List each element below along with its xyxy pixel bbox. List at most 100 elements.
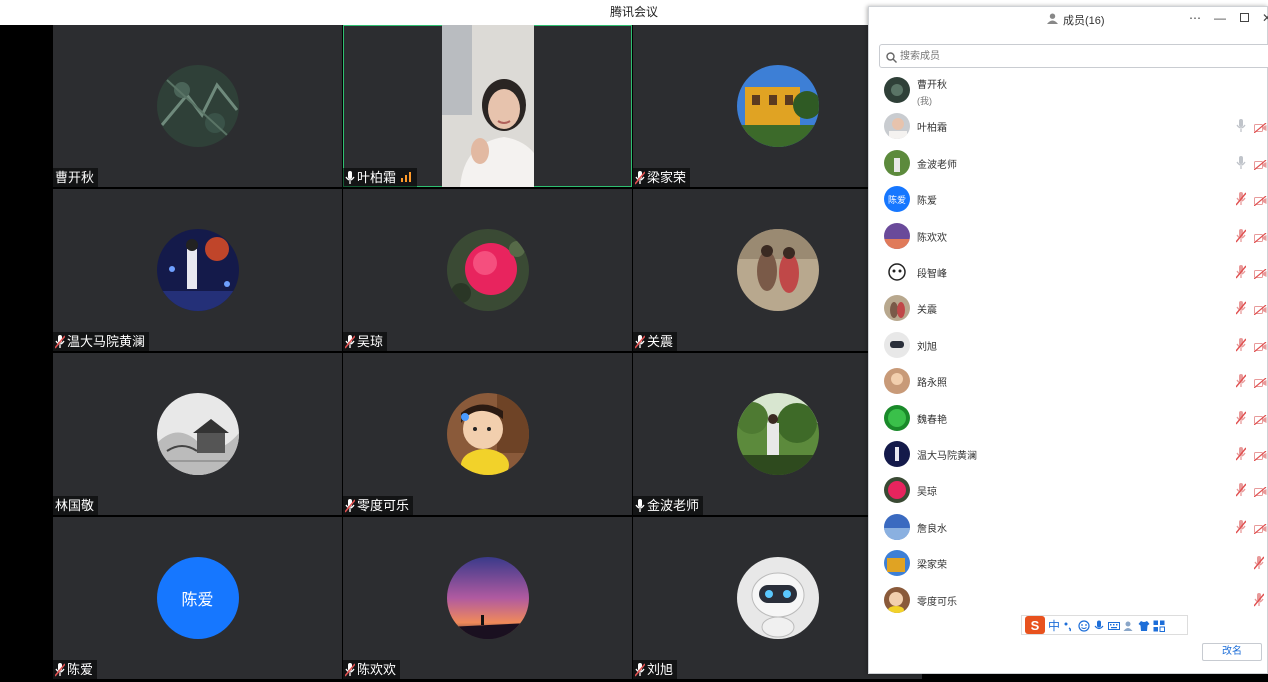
close-icon[interactable]: ✕ bbox=[1262, 11, 1268, 25]
user-icon bbox=[1047, 13, 1058, 27]
camera-off-icon[interactable] bbox=[1253, 484, 1267, 502]
member-row[interactable]: 温大马院黄澜 bbox=[869, 436, 1268, 472]
mic-muted-icon[interactable] bbox=[1235, 265, 1247, 284]
mic-muted-icon[interactable] bbox=[1235, 447, 1247, 466]
member-row[interactable]: 詹良水 bbox=[869, 509, 1268, 545]
video-tile[interactable]: 零度可乐 bbox=[343, 353, 632, 515]
camera-off-icon[interactable] bbox=[1253, 375, 1267, 393]
video-tile[interactable]: 曹开秋 bbox=[53, 25, 342, 187]
mic-muted-icon[interactable] bbox=[1235, 410, 1247, 430]
punctuation-icon[interactable] bbox=[1063, 619, 1075, 632]
member-avatar bbox=[884, 513, 910, 540]
member-row[interactable]: 魏春艳 bbox=[869, 400, 1268, 436]
participant-name-tag: 陈爱 bbox=[53, 660, 98, 679]
voice-input-icon[interactable] bbox=[1093, 619, 1105, 631]
maximize-icon[interactable] bbox=[1240, 11, 1249, 25]
keyboard-icon[interactable] bbox=[1108, 619, 1121, 631]
participant-name: 曹开秋 bbox=[55, 170, 95, 185]
member-search-box[interactable] bbox=[879, 44, 1268, 68]
mic-muted-icon[interactable] bbox=[1235, 228, 1247, 248]
participant-name-tag: 刘旭 bbox=[633, 660, 678, 679]
camera-off-icon[interactable] bbox=[1253, 120, 1267, 138]
mic-muted-icon[interactable] bbox=[1235, 374, 1247, 393]
camera-off-icon[interactable] bbox=[1253, 521, 1267, 539]
camera-off-icon[interactable] bbox=[1253, 266, 1267, 284]
camera-off-icon[interactable] bbox=[1253, 193, 1267, 211]
search-input[interactable] bbox=[900, 48, 1240, 64]
camera-off-icon[interactable] bbox=[1253, 230, 1267, 248]
participant-name: 零度可乐 bbox=[357, 498, 410, 513]
member-name: 梁家荣 bbox=[917, 560, 947, 572]
ime-language-label[interactable]: 中 bbox=[1048, 617, 1060, 634]
member-name: 陈爱 bbox=[917, 196, 937, 208]
video-tile[interactable]: 温大马院黄澜 bbox=[53, 189, 342, 351]
avatar bbox=[736, 229, 819, 311]
member-avatar bbox=[884, 149, 910, 176]
member-row[interactable]: 陈爱 陈爱 bbox=[869, 181, 1268, 217]
participant-name: 刘旭 bbox=[647, 662, 674, 677]
skin-icon[interactable] bbox=[1138, 619, 1150, 631]
member-row[interactable]: 金波老师 bbox=[869, 145, 1268, 181]
meeting-window: 腾讯会议 曹开秋 叶柏霜 梁家荣 温大马院黄澜 吴琼 关震 林国敬 零度可乐 金… bbox=[0, 0, 1268, 682]
minimize-icon[interactable]: — bbox=[1214, 11, 1226, 25]
toolbox-icon[interactable] bbox=[1153, 619, 1166, 632]
emoji-icon[interactable] bbox=[1078, 619, 1090, 632]
mic-muted-icon bbox=[635, 170, 645, 185]
avatar bbox=[156, 229, 239, 311]
camera-off-icon[interactable] bbox=[1253, 339, 1267, 357]
video-tile[interactable]: 陈欢欢 bbox=[343, 517, 632, 679]
member-row[interactable]: 段智峰 bbox=[869, 254, 1268, 290]
member-avatar bbox=[884, 368, 910, 395]
participant-name-tag: 梁家荣 bbox=[633, 168, 691, 187]
rename-button[interactable]: 改名 bbox=[1202, 643, 1262, 661]
member-name: 叶柏霜 bbox=[917, 123, 947, 135]
participant-name: 林国敬 bbox=[55, 498, 95, 513]
member-row[interactable]: 叶柏霜 bbox=[869, 108, 1268, 144]
input-method-toolbar[interactable]: S 中 bbox=[1021, 615, 1188, 635]
mic-muted-icon bbox=[345, 662, 355, 677]
member-row[interactable]: 路永照 bbox=[869, 363, 1268, 399]
avatar bbox=[736, 557, 819, 639]
camera-feed bbox=[442, 25, 534, 187]
account-icon[interactable] bbox=[1123, 619, 1135, 631]
mic-muted-icon[interactable] bbox=[1235, 337, 1247, 357]
participant-name-tag: 金波老师 bbox=[633, 496, 704, 515]
participant-name-tag: 关震 bbox=[633, 332, 678, 351]
member-row[interactable]: 刘旭 bbox=[869, 327, 1268, 363]
participant-name-tag: 叶柏霜 bbox=[343, 168, 418, 187]
member-row[interactable]: 关震 bbox=[869, 290, 1268, 326]
video-tile[interactable]: 吴琼 bbox=[343, 189, 632, 351]
member-avatar bbox=[884, 441, 910, 467]
camera-off-icon[interactable] bbox=[1253, 448, 1267, 466]
member-row[interactable]: 吴琼 bbox=[869, 472, 1268, 508]
video-tile-active-speaker[interactable]: 叶柏霜 bbox=[343, 25, 632, 187]
camera-off-icon[interactable] bbox=[1253, 412, 1267, 430]
avatar bbox=[446, 393, 529, 475]
mic-muted-icon[interactable] bbox=[1235, 519, 1247, 539]
participant-name: 叶柏霜 bbox=[357, 170, 397, 185]
mic-on-icon[interactable] bbox=[1236, 155, 1246, 175]
mic-muted-icon[interactable] bbox=[1235, 192, 1247, 211]
member-avatar bbox=[884, 331, 910, 358]
more-options-icon[interactable]: ⋯ bbox=[1189, 11, 1201, 25]
member-row[interactable]: 曹开秋 (我) bbox=[869, 72, 1268, 108]
mic-on-icon[interactable] bbox=[1236, 119, 1246, 138]
video-tile[interactable]: 陈爱 陈爱 bbox=[53, 517, 342, 679]
member-row[interactable]: 陈欢欢 bbox=[869, 218, 1268, 254]
video-tile[interactable]: 林国敬 bbox=[53, 353, 342, 515]
mic-on-icon bbox=[635, 498, 645, 513]
mic-muted-icon[interactable] bbox=[1253, 556, 1265, 575]
avatar bbox=[736, 393, 819, 475]
mic-muted-icon[interactable] bbox=[1253, 592, 1265, 612]
mic-muted-icon[interactable] bbox=[1235, 483, 1247, 502]
mic-muted-icon[interactable] bbox=[1235, 301, 1247, 320]
mic-muted-icon bbox=[345, 334, 355, 349]
mic-muted-icon bbox=[635, 334, 645, 349]
member-name: 吴琼 bbox=[917, 487, 937, 499]
camera-off-icon[interactable] bbox=[1253, 157, 1267, 175]
avatar: 陈爱 bbox=[156, 557, 239, 639]
member-row[interactable]: 梁家荣 bbox=[869, 545, 1268, 581]
camera-off-icon[interactable] bbox=[1253, 302, 1267, 320]
member-name: 詹良水 bbox=[917, 523, 947, 535]
member-row[interactable]: 零度可乐 bbox=[869, 582, 1268, 618]
